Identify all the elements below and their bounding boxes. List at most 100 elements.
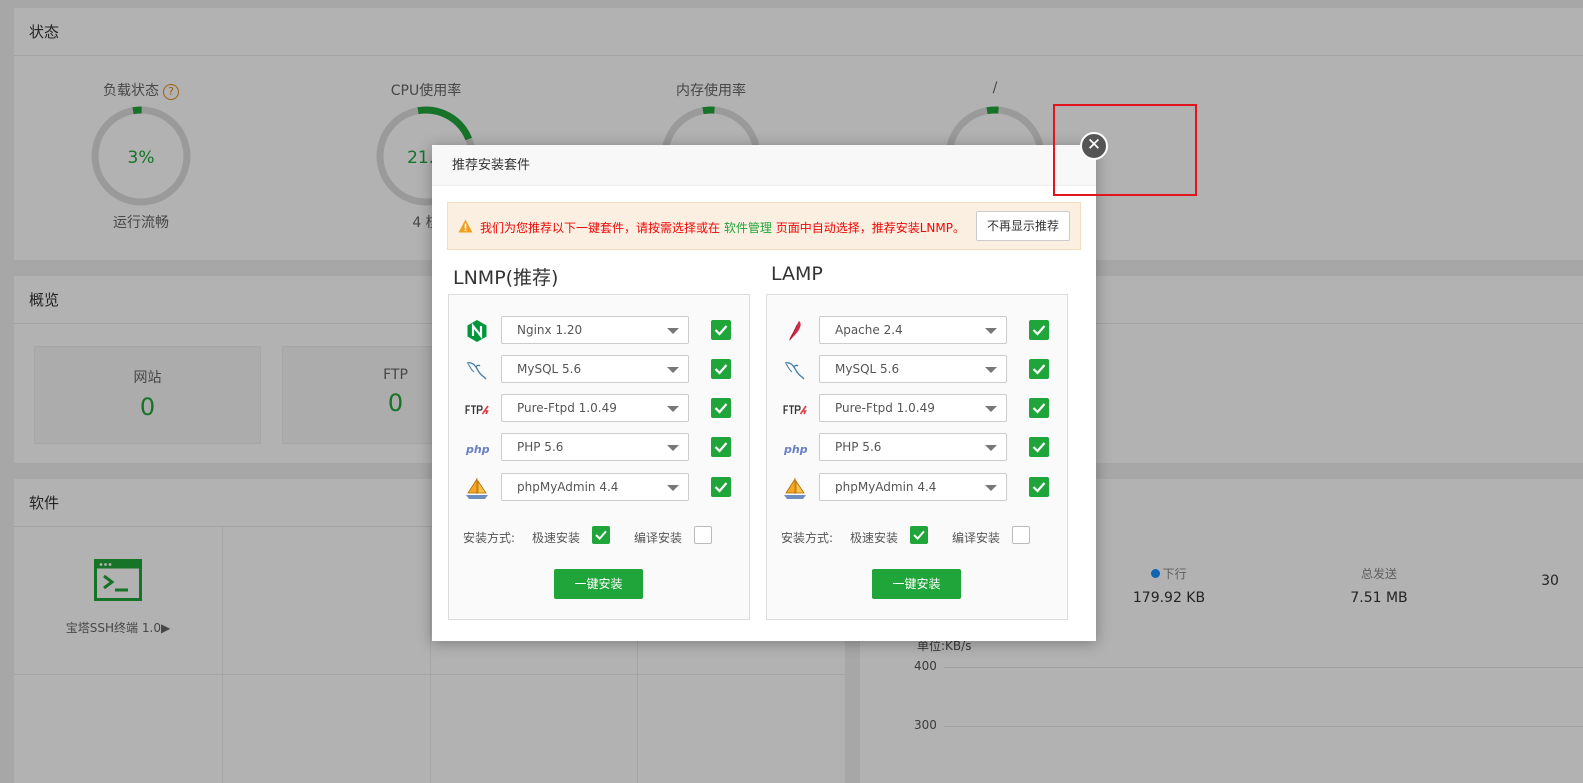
- install-mode-label: 安装方式:: [463, 531, 516, 545]
- fast-install-checkbox[interactable]: [910, 526, 928, 544]
- package-row-mysql: MySQL 5.6: [449, 355, 749, 385]
- warning-icon: [458, 219, 473, 233]
- package-row-phpmyadmin: phpMyAdmin 4.4: [449, 473, 749, 503]
- package-row-mysql: MySQL 5.6: [767, 355, 1067, 385]
- dialog-title: 推荐安装套件: [432, 145, 1096, 186]
- php-version-select[interactable]: PHP 5.6: [819, 433, 1007, 461]
- fast-install-label: 极速安装: [850, 531, 899, 545]
- compile-install-checkbox[interactable]: [694, 526, 712, 544]
- alert-text-before: 我们为您推荐以下一键套件，请按需选择或在: [480, 221, 721, 235]
- phpmyadmin-icon: [784, 477, 806, 499]
- recommend-alert: 我们为您推荐以下一键套件，请按需选择或在 软件管理 页面中自动选择，推荐安装LN…: [447, 202, 1081, 250]
- mysql-version-select[interactable]: MySQL 5.6: [819, 355, 1007, 383]
- one-click-install-button[interactable]: 一键安装: [872, 569, 961, 599]
- phpmyadmin-checkbox[interactable]: [711, 477, 731, 497]
- recommend-install-dialog: 推荐安装套件 ✕ 我们为您推荐以下一键套件，请按需选择或在 软件管理 页面中自动…: [432, 132, 1108, 641]
- check-icon: [1032, 325, 1046, 336]
- chevron-down-icon: [985, 367, 997, 373]
- package-row-apache: Apache 2.4: [767, 316, 1067, 346]
- php-checkbox[interactable]: [1029, 437, 1049, 457]
- nginx-version-select[interactable]: Nginx 1.20: [501, 316, 689, 344]
- ftp-version-select[interactable]: Pure-Ftpd 1.0.49: [819, 394, 1007, 422]
- chevron-down-icon: [667, 328, 679, 334]
- check-icon: [595, 530, 607, 541]
- apache-checkbox[interactable]: [1029, 320, 1049, 340]
- select-value: Nginx 1.20: [517, 323, 583, 337]
- ftp-checkbox[interactable]: [1029, 398, 1049, 418]
- suite-title-lamp: LAMP: [771, 263, 823, 285]
- software-manager-link[interactable]: 软件管理: [724, 221, 772, 235]
- select-value: Pure-Ftpd 1.0.49: [517, 401, 617, 415]
- select-value: MySQL 5.6: [835, 362, 900, 376]
- select-value: PHP 5.6: [517, 440, 564, 454]
- fast-install-checkbox[interactable]: [592, 526, 610, 544]
- svg-text:php: php: [465, 443, 489, 456]
- suite-lamp: Apache 2.4 MySQL 5.6 Pure-Ftpd 1.0.49 ph…: [766, 294, 1068, 620]
- ftp-icon: [465, 405, 489, 415]
- mysql-checkbox[interactable]: [711, 359, 731, 379]
- chevron-down-icon: [985, 445, 997, 451]
- check-icon: [714, 442, 728, 453]
- nginx-icon: [467, 320, 487, 342]
- php-checkbox[interactable]: [711, 437, 731, 457]
- check-icon: [1032, 364, 1046, 375]
- chevron-down-icon: [667, 445, 679, 451]
- select-value: phpMyAdmin 4.4: [835, 480, 937, 494]
- phpmyadmin-checkbox[interactable]: [1029, 477, 1049, 497]
- mysql-version-select[interactable]: MySQL 5.6: [501, 355, 689, 383]
- check-icon: [1032, 482, 1046, 493]
- phpmyadmin-version-select[interactable]: phpMyAdmin 4.4: [819, 473, 1007, 501]
- chevron-down-icon: [667, 367, 679, 373]
- nginx-checkbox[interactable]: [711, 320, 731, 340]
- package-row-pureftpd: Pure-Ftpd 1.0.49: [767, 394, 1067, 424]
- fast-install-label: 极速安装: [532, 531, 581, 545]
- alert-text-after: 页面中自动选择，推荐安装LNMP。: [775, 221, 965, 235]
- dont-show-again-button[interactable]: 不再显示推荐: [975, 211, 1070, 241]
- package-row-php: php PHP 5.6: [767, 433, 1067, 463]
- check-icon: [1032, 403, 1046, 414]
- php-icon: php: [783, 443, 807, 456]
- select-value: MySQL 5.6: [517, 362, 582, 376]
- ftp-version-select[interactable]: Pure-Ftpd 1.0.49: [501, 394, 689, 422]
- check-icon: [714, 364, 728, 375]
- chevron-down-icon: [985, 485, 997, 491]
- alert-text: 我们为您推荐以下一键套件，请按需选择或在 软件管理 页面中自动选择，推荐安装LN…: [480, 219, 965, 236]
- chevron-down-icon: [985, 406, 997, 412]
- compile-install-label: 编译安装: [634, 531, 683, 545]
- php-version-select[interactable]: PHP 5.6: [501, 433, 689, 461]
- select-value: Pure-Ftpd 1.0.49: [835, 401, 935, 415]
- svg-text:php: php: [783, 443, 807, 456]
- compile-install-checkbox[interactable]: [1012, 526, 1030, 544]
- suite-lnmp: Nginx 1.20 MySQL 5.6 Pure-Ftpd 1.0.49 ph…: [448, 294, 750, 620]
- phpmyadmin-version-select[interactable]: phpMyAdmin 4.4: [501, 473, 689, 501]
- annotation-highlight-box: [1053, 104, 1197, 196]
- package-row-phpmyadmin: phpMyAdmin 4.4: [767, 473, 1067, 503]
- install-mode-row: 安装方式: 极速安装 编译安装: [781, 526, 1061, 546]
- select-value: phpMyAdmin 4.4: [517, 480, 619, 494]
- phpmyadmin-icon: [466, 477, 488, 499]
- check-icon: [1032, 442, 1046, 453]
- chevron-down-icon: [667, 406, 679, 412]
- php-icon: php: [465, 443, 489, 456]
- apache-version-select[interactable]: Apache 2.4: [819, 316, 1007, 344]
- package-row-nginx: Nginx 1.20: [449, 316, 749, 346]
- suite-title-lnmp: LNMP(推荐): [453, 267, 559, 289]
- ftp-icon: [783, 405, 807, 415]
- package-row-pureftpd: Pure-Ftpd 1.0.49: [449, 394, 749, 424]
- check-icon: [913, 530, 925, 541]
- chevron-down-icon: [985, 328, 997, 334]
- package-row-php: php PHP 5.6: [449, 433, 749, 463]
- install-mode-label: 安装方式:: [781, 531, 834, 545]
- mysql-checkbox[interactable]: [1029, 359, 1049, 379]
- select-value: PHP 5.6: [835, 440, 882, 454]
- compile-install-label: 编译安装: [952, 531, 1001, 545]
- install-mode-row: 安装方式: 极速安装 编译安装: [463, 526, 743, 546]
- chevron-down-icon: [667, 485, 679, 491]
- check-icon: [714, 403, 728, 414]
- one-click-install-button[interactable]: 一键安装: [554, 569, 643, 599]
- select-value: Apache 2.4: [835, 323, 903, 337]
- ftp-checkbox[interactable]: [711, 398, 731, 418]
- check-icon: [714, 482, 728, 493]
- mysql-icon: [784, 362, 805, 380]
- mysql-icon: [466, 362, 487, 380]
